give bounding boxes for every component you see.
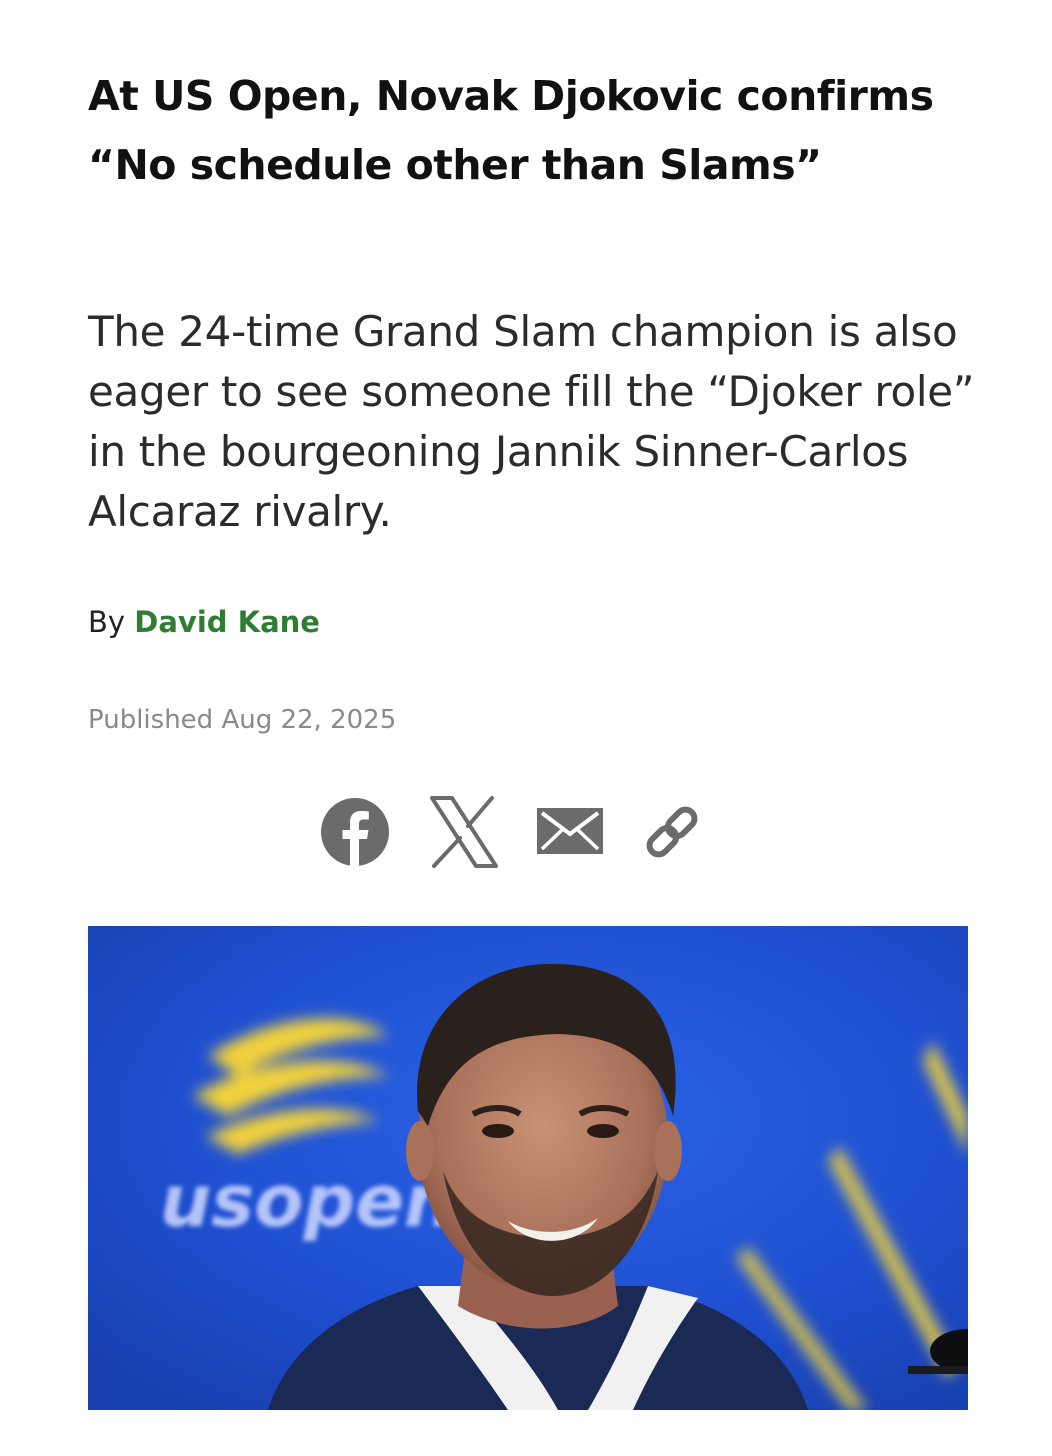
- article-photo-image: usopen: [88, 926, 968, 1410]
- byline: By David Kane: [88, 602, 320, 642]
- author-link[interactable]: David Kane: [134, 605, 320, 639]
- email-icon: [537, 808, 603, 854]
- article-photo: usopen: [88, 926, 968, 1410]
- email-share-button[interactable]: [534, 794, 606, 870]
- x-icon: [430, 796, 498, 868]
- article-headline: At US Open, Novak Djokovic confirms “No …: [88, 72, 934, 189]
- facebook-icon: [321, 798, 389, 866]
- share-bar: [230, 794, 698, 870]
- published-date: Published Aug 22, 2025: [88, 705, 397, 735]
- x-share-button[interactable]: [428, 794, 500, 870]
- byline-prefix: By: [88, 605, 126, 639]
- copy-link-button[interactable]: [642, 794, 702, 870]
- facebook-share-button[interactable]: [320, 794, 390, 870]
- article-dek: The 24-time Grand Slam champion is also …: [88, 307, 975, 536]
- link-icon: [646, 806, 698, 858]
